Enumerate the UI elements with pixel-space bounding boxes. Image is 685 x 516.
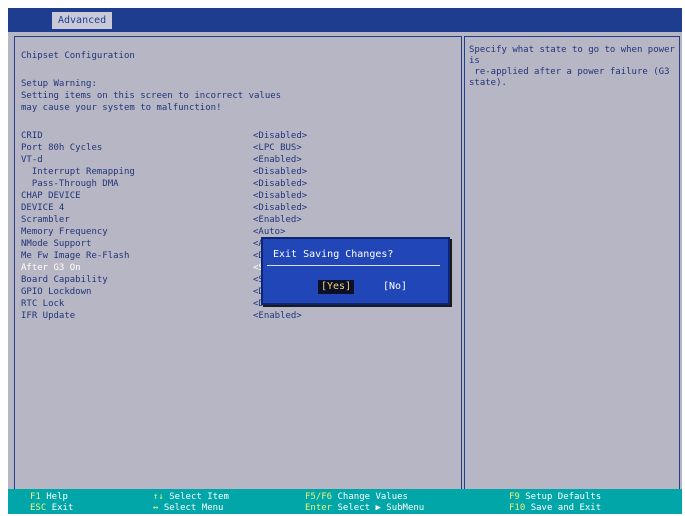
help-text: Specify what state to go to when power i… bbox=[469, 45, 675, 88]
setting-value-device-4[interactable]: <Disabled> bbox=[253, 203, 307, 214]
f5f6-key: F5/F6 bbox=[305, 492, 333, 502]
save-exit-label: Save and Exit bbox=[530, 503, 602, 513]
setting-label-me-fw-reflash[interactable]: Me Fw Image Re-Flash bbox=[21, 251, 129, 262]
key-help-bar: F1 Help ESC Exit ↑↓ Select Item ↔ Select… bbox=[8, 489, 682, 514]
setting-value-scrambler[interactable]: <Enabled> bbox=[253, 215, 302, 226]
arrow-updown-icon: ↑↓ bbox=[153, 492, 164, 502]
setting-label-scrambler[interactable]: Scrambler bbox=[21, 215, 70, 226]
setting-value-vtd[interactable]: <Enabled> bbox=[253, 155, 302, 166]
dialog-title: Exit Saving Changes? bbox=[273, 249, 394, 260]
bios-screen: Advanced Chipset Configuration Setup War… bbox=[8, 8, 682, 514]
setting-value-ifr-update[interactable]: <Enabled> bbox=[253, 311, 302, 322]
setting-value-pass-through-dma[interactable]: <Disabled> bbox=[253, 179, 307, 190]
setting-label-vtd[interactable]: VT-d bbox=[21, 155, 43, 166]
arrow-leftright-icon: ↔ bbox=[153, 503, 159, 513]
setting-label-crid[interactable]: CRID bbox=[21, 131, 43, 142]
esc-label: Exit bbox=[51, 503, 74, 513]
setting-label-rtc-lock[interactable]: RTC Lock bbox=[21, 299, 64, 310]
enter-key: Enter bbox=[305, 503, 333, 513]
tab-advanced[interactable]: Advanced bbox=[52, 12, 113, 29]
setting-value-interrupt-remapping[interactable]: <Disabled> bbox=[253, 167, 307, 178]
submenu-label: Select ▶ SubMenu bbox=[337, 503, 425, 513]
esc-key: ESC bbox=[30, 503, 47, 513]
yes-button[interactable]: [Yes] bbox=[318, 280, 355, 294]
warning-line-1: Setting items on this screen to incorrec… bbox=[21, 91, 282, 101]
setting-label-memory-frequency[interactable]: Memory Frequency bbox=[21, 227, 108, 238]
setting-label-gpio-lockdown[interactable]: GPIO Lockdown bbox=[21, 287, 91, 298]
no-button[interactable]: [No] bbox=[380, 280, 410, 294]
dialog-divider bbox=[267, 265, 440, 266]
setup-defaults-label: Setup Defaults bbox=[525, 492, 602, 502]
help-panel: Specify what state to go to when power i… bbox=[464, 36, 680, 490]
setting-value-crid[interactable]: <Disabled> bbox=[253, 131, 307, 142]
setting-label-after-g3-on[interactable]: After G3 On bbox=[21, 263, 81, 274]
setting-label-pass-through-dma[interactable]: Pass-Through DMA bbox=[21, 179, 119, 190]
setting-label-device-4[interactable]: DEVICE 4 bbox=[21, 203, 64, 214]
menu-bar: Advanced bbox=[8, 8, 682, 32]
select-item-label: Select Item bbox=[169, 492, 229, 502]
f1-key: F1 bbox=[30, 492, 41, 502]
select-menu-label: Select Menu bbox=[163, 503, 224, 513]
panel-title: Chipset Configuration bbox=[21, 51, 135, 61]
change-values-label: Change Values bbox=[337, 492, 408, 502]
warning-title: Setup Warning: bbox=[21, 79, 97, 89]
setting-label-nmode-support[interactable]: NMode Support bbox=[21, 239, 91, 250]
f9-key: F9 bbox=[509, 492, 520, 502]
setting-label-interrupt-remapping[interactable]: Interrupt Remapping bbox=[21, 167, 135, 178]
setting-value-chap-device[interactable]: <Disabled> bbox=[253, 191, 307, 202]
warning-line-2: may cause your system to malfunction! bbox=[21, 103, 222, 113]
setting-label-port80h[interactable]: Port 80h Cycles bbox=[21, 143, 102, 154]
setting-label-ifr-update[interactable]: IFR Update bbox=[21, 311, 75, 322]
f10-key: F10 bbox=[509, 503, 526, 513]
setting-label-board-capability[interactable]: Board Capability bbox=[21, 275, 108, 286]
setting-value-port80h[interactable]: <LPC BUS> bbox=[253, 143, 302, 154]
setting-label-chap-device[interactable]: CHAP DEVICE bbox=[21, 191, 81, 202]
f1-label: Help bbox=[46, 492, 68, 502]
exit-saving-dialog: Exit Saving Changes? [Yes] [No] bbox=[261, 237, 450, 305]
